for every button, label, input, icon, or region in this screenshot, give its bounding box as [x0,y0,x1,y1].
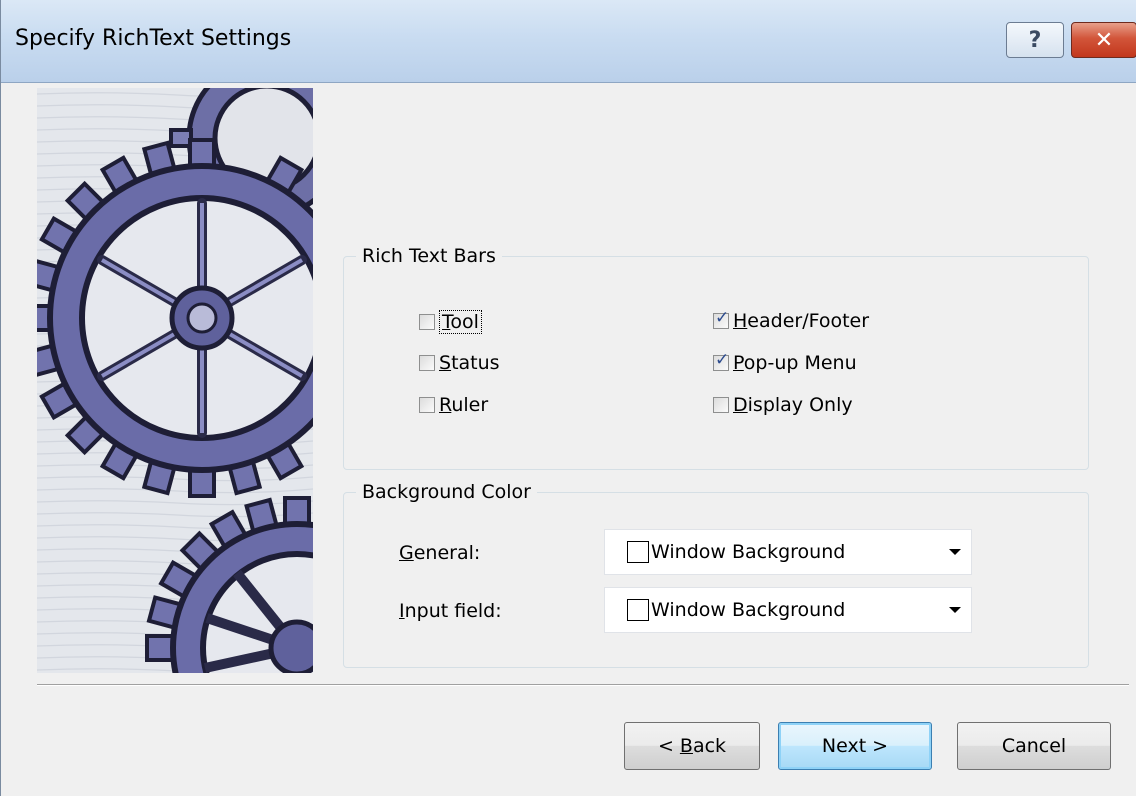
display-only-checkbox-label: Display Only [733,394,853,416]
close-button[interactable]: ✕ [1071,22,1136,58]
rich-text-bars-legend: Rich Text Bars [356,245,502,267]
display-only-checkbox[interactable]: Display Only [713,394,853,416]
cancel-button[interactable]: Cancel [957,722,1111,770]
status-checkbox[interactable]: Status [419,352,500,374]
tool-checkbox-label: Tool [439,310,482,334]
background-color-group: Background Color [343,481,1089,668]
next-button[interactable]: Next > [778,722,932,770]
input-field-color-select[interactable]: Window Background [604,587,972,633]
popup-menu-checkbox[interactable]: ✓ Pop-up Menu [713,352,857,374]
wizard-dialog: Specify RichText Settings ? ✕ Rich Text … [0,0,1136,796]
window-title: Specify RichText Settings [15,26,292,51]
color-swatch [627,541,649,563]
popup-menu-checkbox-box[interactable]: ✓ [713,350,730,371]
color-swatch [627,599,649,621]
help-button[interactable]: ? [1006,22,1064,58]
general-color-value: Window Background [651,541,846,563]
background-color-legend: Background Color [356,481,537,503]
header-footer-checkbox-label: Header/Footer [733,310,870,332]
display-only-checkbox-box[interactable] [713,397,729,413]
back-button[interactable]: < Back [624,722,760,770]
ruler-checkbox-box[interactable] [419,397,435,413]
footer-separator [37,684,1129,686]
status-checkbox-label: Status [439,352,500,374]
help-icon: ? [1028,27,1042,53]
status-checkbox-box[interactable] [419,355,435,371]
gears-illustration-svg [37,88,313,673]
tool-checkbox-box[interactable] [419,314,435,330]
general-label: General: [399,542,481,564]
ruler-checkbox-label: Ruler [439,394,489,416]
checkmark-icon: ✓ [715,350,730,370]
header-footer-checkbox[interactable]: ✓ Header/Footer [713,310,869,332]
chevron-down-icon[interactable] [949,549,961,555]
input-field-label: Input field: [399,600,502,622]
input-field-color-value: Window Background [651,599,846,621]
gears-illustration [37,88,313,673]
chevron-down-icon[interactable] [949,607,961,613]
main-gear [37,138,313,498]
title-bar[interactable]: Specify RichText Settings ? ✕ [1,0,1136,83]
ruler-checkbox[interactable]: Ruler [419,394,488,416]
general-color-select[interactable]: Window Background [604,529,972,575]
checkmark-icon: ✓ [715,308,730,328]
tool-checkbox[interactable]: Tool [419,310,482,334]
popup-menu-checkbox-label: Pop-up Menu [733,352,857,374]
close-icon: ✕ [1094,27,1114,53]
header-footer-checkbox-box[interactable]: ✓ [713,308,730,329]
